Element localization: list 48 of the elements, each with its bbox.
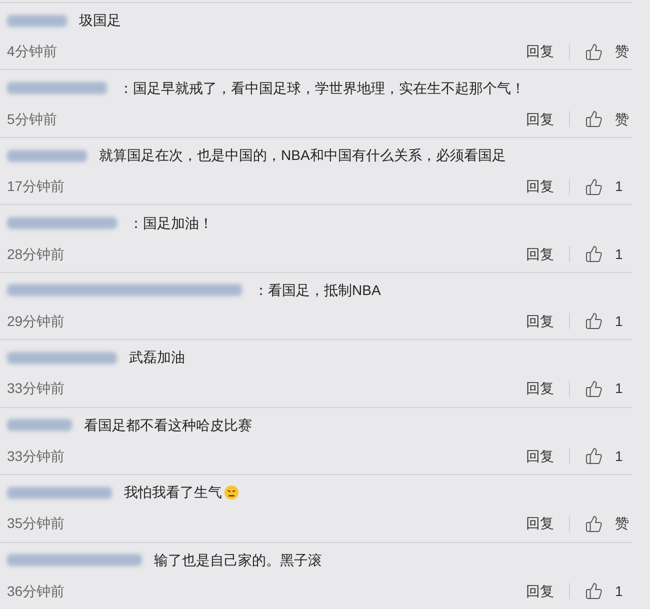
like-count[interactable]: 1 — [615, 244, 629, 265]
comment-time: 33分钟前 — [7, 379, 66, 398]
blurred-username — [7, 14, 67, 27]
comment-text: 我怕我看了生气 — [124, 482, 239, 504]
comment-time: 4分钟前 — [7, 42, 58, 62]
reply-button[interactable]: 回复 — [526, 513, 554, 534]
blurred-username — [7, 419, 72, 432]
like-count[interactable]: 1 — [615, 580, 629, 602]
comment-time: 17分钟前 — [7, 177, 66, 196]
comment-text: ：国足加油！ — [129, 214, 213, 233]
like-count[interactable]: 赞 — [615, 108, 629, 130]
like-count[interactable]: 1 — [615, 378, 629, 400]
comment-time: 29分钟前 — [7, 312, 66, 331]
thumbs-up-icon[interactable] — [585, 245, 603, 264]
like-count[interactable]: 1 — [615, 310, 629, 332]
comment-text: 就算国足在次，也是中国的，NBA和中国有什么关系，必须看国足 — [99, 146, 506, 166]
reply-button[interactable]: 回复 — [526, 446, 554, 467]
comment-text: 看国足都不看这种哈皮比赛 — [84, 416, 252, 435]
comment-text: 圾国足 — [79, 11, 121, 30]
like-count[interactable]: 赞 — [615, 513, 629, 534]
angry-face-emoji-icon — [224, 485, 239, 500]
comment-text: ：看国足，抵制NBA — [254, 280, 381, 300]
comment-text: ：国足早就戒了，看中国足球，学世界地理，实在生不起那个气！ — [119, 78, 525, 98]
like-count[interactable]: 1 — [615, 446, 629, 467]
thumbs-up-icon[interactable] — [585, 447, 603, 466]
comment-text: 武磊加油 — [129, 348, 185, 368]
reply-button[interactable]: 回复 — [526, 378, 554, 400]
thumbs-up-icon[interactable] — [585, 514, 603, 533]
thumbs-up-icon[interactable] — [585, 582, 603, 600]
comment-time: 5分钟前 — [7, 110, 58, 129]
thumbs-up-icon[interactable] — [585, 42, 603, 61]
reply-button[interactable]: 回复 — [526, 310, 554, 332]
like-count[interactable]: 赞 — [615, 41, 629, 62]
reply-button[interactable]: 回复 — [526, 176, 554, 198]
comment-text: 输了也是自己家的。黑子滚 — [154, 550, 322, 570]
thumbs-up-icon[interactable] — [585, 178, 603, 196]
comment-time: 36分钟前 — [7, 582, 66, 601]
reply-button[interactable]: 回复 — [526, 580, 554, 602]
comment-time: 33分钟前 — [7, 446, 66, 466]
reply-button[interactable]: 回复 — [526, 41, 554, 62]
thumbs-up-icon[interactable] — [585, 312, 603, 330]
thumbs-up-icon[interactable] — [585, 110, 603, 128]
comment-time: 35分钟前 — [7, 514, 66, 534]
reply-button[interactable]: 回复 — [526, 244, 554, 265]
thumbs-up-icon[interactable] — [585, 380, 603, 398]
like-count[interactable]: 1 — [615, 176, 629, 198]
reply-button[interactable]: 回复 — [526, 108, 554, 130]
comment-time: 28分钟前 — [7, 244, 66, 264]
